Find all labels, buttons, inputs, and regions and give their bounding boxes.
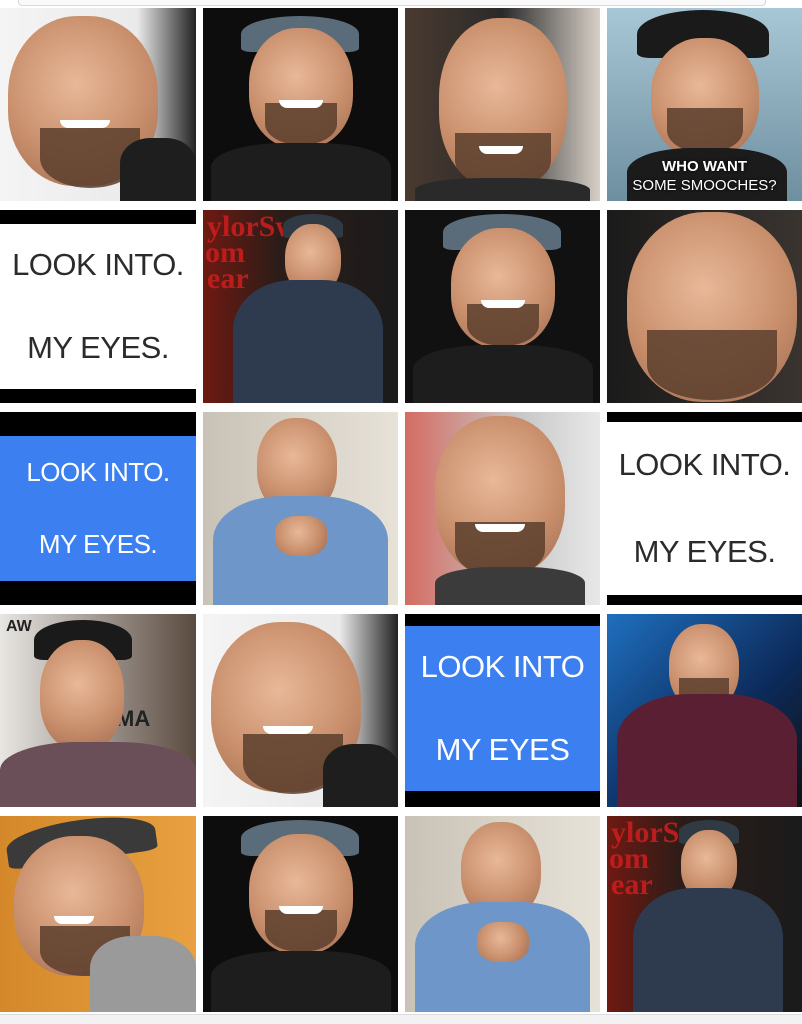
overlay-text-aw: AW (6, 618, 32, 635)
photo-tile-r5c4[interactable]: ylorSw om ear (607, 816, 802, 1012)
black-band-bottom (405, 791, 600, 807)
photo-tile-r4c1[interactable]: AW MA (0, 614, 196, 807)
black-band-bottom (0, 389, 196, 403)
photo-tile-r3c2[interactable] (203, 412, 398, 605)
photo-tile-r4c4[interactable] (607, 614, 802, 807)
look-into-text: LOOK INTO (420, 649, 585, 685)
black-band-top (607, 412, 802, 422)
photo-tile-r1c1[interactable] (0, 8, 196, 201)
photo-collage-grid: WHO WANT SOME SMOOCHES? LOOK INTO. MY EY… (0, 8, 802, 1012)
black-band-bottom (607, 595, 802, 605)
photo-tile-r5c1[interactable] (0, 816, 196, 1012)
photo-tile-r2c3[interactable] (405, 210, 600, 403)
photo-tile-r3c3[interactable] (405, 412, 600, 605)
my-eyes-text: MY EYES. (27, 329, 169, 365)
my-eyes-text: MY EYES. (633, 533, 776, 569)
photo-tile-r5c3[interactable] (405, 816, 600, 1012)
my-eyes-text: MY EYES. (38, 529, 158, 560)
text-tile-r3c1-blue[interactable]: LOOK INTO. MY EYES. (0, 412, 196, 605)
look-into-text: LOOK INTO. (618, 447, 791, 483)
top-edge-strip (18, 0, 766, 6)
bottom-edge-strip (0, 1014, 802, 1024)
look-into-text: LOOK INTO. (12, 247, 184, 283)
text-tile-r4c3-blue[interactable]: LOOK INTO MY EYES (405, 614, 600, 807)
photo-tile-r1c3[interactable] (405, 8, 600, 201)
photo-tile-r1c2[interactable] (203, 8, 398, 201)
overlay-text-line3: ear (611, 868, 653, 901)
overlay-text-line3: ear (207, 262, 249, 295)
photo-tile-r2c4[interactable] (607, 210, 802, 403)
caption-line-1: WHO WANT (662, 158, 747, 175)
text-tile-r3c4[interactable]: LOOK INTO. MY EYES. (607, 412, 802, 605)
photo-tile-r5c2[interactable] (203, 816, 398, 1012)
text-tile-r2c1[interactable]: LOOK INTO. MY EYES. (0, 210, 196, 403)
black-band-top (0, 210, 196, 224)
smooches-caption: WHO WANT SOME SMOOCHES? (607, 157, 802, 195)
photo-tile-r2c2[interactable]: ylorSw om ear (203, 210, 398, 403)
my-eyes-text: MY EYES (435, 731, 570, 767)
photo-tile-r1c4-smooches[interactable]: WHO WANT SOME SMOOCHES? (607, 8, 802, 201)
black-band-top (0, 412, 196, 436)
caption-line-2: SOME SMOOCHES? (632, 177, 777, 194)
black-band-bottom (0, 581, 196, 605)
look-into-text: LOOK INTO. (26, 456, 170, 487)
photo-tile-r4c2[interactable] (203, 614, 398, 807)
black-band-top (405, 614, 600, 626)
